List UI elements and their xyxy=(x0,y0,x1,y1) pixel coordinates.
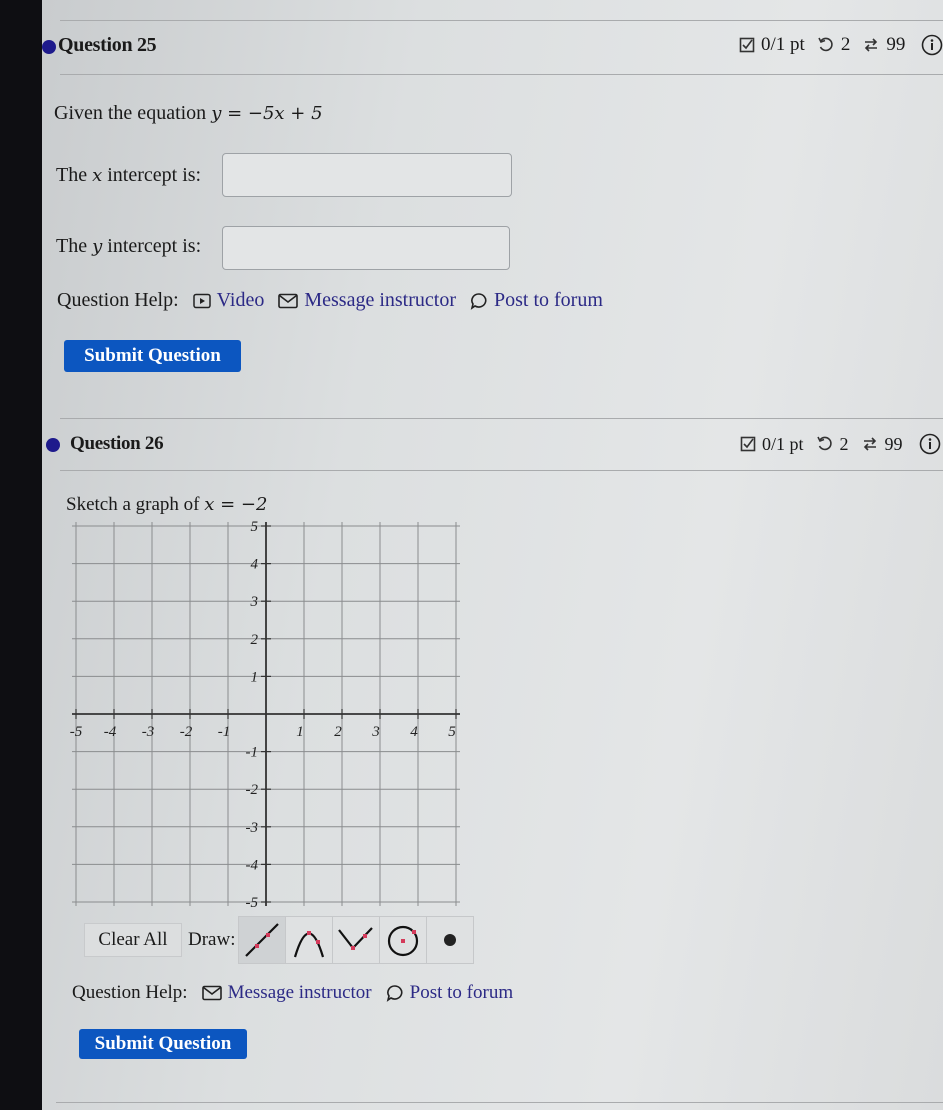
divider xyxy=(60,418,943,419)
prompt-text: Sketch a graph of xyxy=(66,494,205,515)
variable: x xyxy=(92,165,103,186)
label-text: intercept is: xyxy=(102,235,202,257)
graph-toolbar: Clear All Draw: xyxy=(84,916,475,964)
mail-icon xyxy=(278,293,299,308)
circle-tool-button[interactable] xyxy=(379,916,428,964)
question-title: Question 26 xyxy=(70,433,164,454)
submit-question-button[interactable]: Submit Question xyxy=(64,340,241,372)
x-tick-label: -2 xyxy=(180,724,193,740)
question-25-header: Question 25 0/1 pt 2 99 xyxy=(42,28,943,68)
link-label: Post to forum xyxy=(409,982,514,1003)
forum-icon xyxy=(386,985,403,1002)
score-text: 0/1 pt xyxy=(762,433,804,454)
score-text: 0/1 pt xyxy=(761,34,805,55)
y-tick-label: -2 xyxy=(246,782,259,798)
draw-label: Draw: xyxy=(188,929,236,950)
question-help-label: Question Help: xyxy=(57,289,179,311)
page: Question 25 0/1 pt 2 99 Given the equati… xyxy=(42,0,943,1110)
x-tick-label: 1 xyxy=(296,724,304,740)
circle-tool-icon xyxy=(388,925,419,957)
retries-count: 2 xyxy=(840,34,851,55)
prompt-text: Given the equation xyxy=(54,102,212,124)
y-intercept-input[interactable] xyxy=(222,226,510,270)
x-tick-label: -1 xyxy=(218,724,231,740)
question-help: Question Help: Video Message instructor … xyxy=(57,289,617,312)
equation: x = −2 xyxy=(204,494,268,515)
question-prompt: Sketch a graph of x = −2 xyxy=(66,494,267,516)
video-icon xyxy=(192,293,211,308)
y-tick-label: 1 xyxy=(251,669,259,685)
question-26-header: Question 26 0/1 pt 2 99 I xyxy=(42,424,943,464)
attempts-count: 99 xyxy=(886,34,906,55)
graph-canvas[interactable]: -5 -4 -3 -2 -1 1 2 3 4 5 5 4 3 2 1 -1 -2 -3 -4 -5 xyxy=(68,518,464,910)
absolute-value-tool-icon xyxy=(338,927,374,950)
parabola-tool-icon xyxy=(294,931,325,958)
message-instructor-link[interactable]: Message instructor xyxy=(201,982,372,1004)
retries-count: 2 xyxy=(839,433,849,454)
question-meta: 0/1 pt 2 99 xyxy=(739,34,943,56)
link-label: Message instructor xyxy=(227,982,372,1003)
point-tool-button[interactable] xyxy=(426,916,475,964)
label-text: intercept is: xyxy=(102,164,202,186)
info-icon[interactable] xyxy=(921,34,943,56)
question-prompt: Given the equation y = −5x + 5 xyxy=(54,102,323,125)
question-title: Question 25 xyxy=(58,34,157,56)
question-status-dot xyxy=(46,438,60,452)
attempts-icon xyxy=(865,38,878,52)
y-intercept-label: The y intercept is: xyxy=(56,235,201,258)
y-tick-label: -4 xyxy=(246,857,259,873)
x-tick-label: 4 xyxy=(410,724,418,740)
x-tick-label: 5 xyxy=(448,724,456,740)
y-tick-label: -1 xyxy=(246,745,259,761)
post-to-forum-link[interactable]: Post to forum xyxy=(470,289,603,312)
x-tick-label: 2 xyxy=(334,724,342,740)
y-tick-label: 2 xyxy=(251,632,259,648)
link-label: Message instructor xyxy=(304,289,456,311)
y-tick-label: 4 xyxy=(251,557,259,573)
absolute-value-tool-button[interactable] xyxy=(332,916,381,964)
attempts-icon xyxy=(863,437,876,451)
submit-question-button[interactable]: Submit Question xyxy=(79,1029,247,1059)
retry-icon xyxy=(816,436,832,451)
link-label: Post to forum xyxy=(493,289,603,311)
equation: y = −5x + 5 xyxy=(211,103,323,124)
x-tick-label: -5 xyxy=(70,724,83,740)
post-to-forum-link[interactable]: Post to forum xyxy=(386,982,513,1004)
divider xyxy=(60,470,943,471)
retry-icon xyxy=(818,37,833,52)
score-check-icon xyxy=(740,436,756,452)
x-intercept-input[interactable] xyxy=(222,153,512,197)
label-text: The xyxy=(56,235,93,257)
forum-icon xyxy=(470,292,487,310)
info-icon[interactable] xyxy=(919,433,941,455)
variable: y xyxy=(92,236,103,257)
divider xyxy=(60,20,943,21)
question-help-label: Question Help: xyxy=(72,982,188,1003)
x-tick-label: 3 xyxy=(371,724,380,740)
y-tick-label: 3 xyxy=(250,594,259,610)
score-check-icon xyxy=(739,37,755,53)
clear-all-button[interactable]: Clear All xyxy=(84,923,182,957)
question-help: Question Help: Message instructor Post t… xyxy=(72,982,527,1004)
divider xyxy=(60,74,943,75)
point-tool-icon xyxy=(444,934,457,946)
line-tool-icon xyxy=(245,923,280,957)
y-tick-label: -3 xyxy=(246,820,259,836)
message-instructor-link[interactable]: Message instructor xyxy=(278,289,456,312)
attempts-count: 99 xyxy=(884,433,903,454)
x-intercept-label: The x intercept is: xyxy=(56,164,201,187)
x-tick-label: -4 xyxy=(104,724,117,740)
y-tick-label: 5 xyxy=(251,519,259,535)
parabola-tool-button[interactable] xyxy=(285,916,334,964)
question-status-dot xyxy=(42,40,56,54)
divider xyxy=(56,1102,943,1103)
mail-icon xyxy=(201,985,222,1001)
x-tick-label: -3 xyxy=(142,724,155,740)
y-tick-label: -5 xyxy=(246,895,259,910)
line-tool-button[interactable] xyxy=(238,916,287,964)
label-text: The xyxy=(56,164,93,186)
video-link[interactable]: Video xyxy=(192,289,265,312)
link-label: Video xyxy=(216,289,265,311)
question-meta: 0/1 pt 2 99 I xyxy=(740,433,943,455)
